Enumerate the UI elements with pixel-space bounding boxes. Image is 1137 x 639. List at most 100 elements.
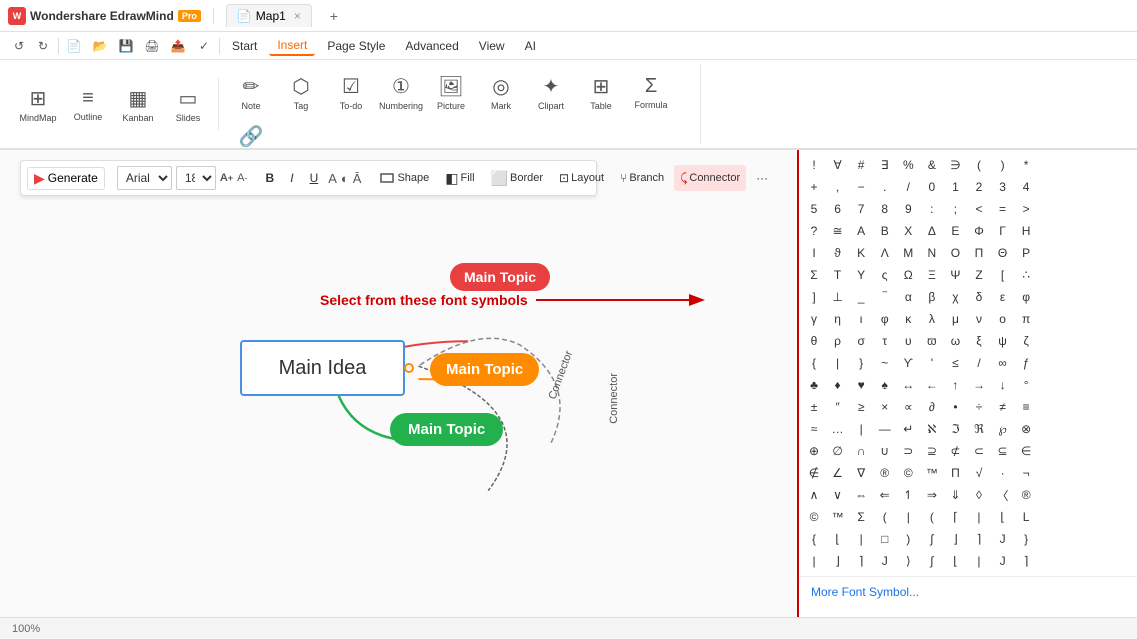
border-button[interactable]: ⬜ Border <box>485 165 549 191</box>
ribbon-numbering[interactable]: ① Numbering <box>377 68 425 116</box>
symbol-cell[interactable]: J <box>992 528 1014 550</box>
symbol-cell[interactable]: 1 <box>944 176 966 198</box>
branch-button[interactable]: ⑂ Branch <box>614 165 670 191</box>
symbol-cell[interactable]: ( <box>874 506 896 528</box>
print-button[interactable]: 🖨 <box>141 35 163 57</box>
symbol-cell[interactable]: κ <box>897 308 919 330</box>
ribbon-clipart[interactable]: ✦ Clipart <box>527 68 575 116</box>
symbol-cell[interactable]: ↿ <box>897 484 919 506</box>
symbol-cell[interactable]: ™ <box>827 506 849 528</box>
symbol-cell[interactable]: ⊇ <box>921 440 943 462</box>
symbol-cell[interactable]: · <box>992 462 1014 484</box>
symbol-cell[interactable]: ⇔ <box>850 484 872 506</box>
menu-page-style[interactable]: Page Style <box>319 37 393 55</box>
symbol-cell[interactable]: √ <box>968 462 990 484</box>
symbol-cell[interactable]: ψ <box>992 330 1014 352</box>
symbol-cell[interactable]: ν <box>968 308 990 330</box>
symbol-cell[interactable]: Ι <box>803 242 825 264</box>
symbol-cell[interactable]: Υ <box>850 264 872 286</box>
symbol-cell[interactable]: Δ <box>921 220 943 242</box>
symbol-cell[interactable]: ≠ <box>992 396 1014 418</box>
symbol-cell[interactable]: { <box>803 352 825 374</box>
symbol-cell[interactable]: | <box>850 418 872 440</box>
ribbon-tag[interactable]: ⬡ Tag <box>277 68 325 116</box>
topic-box-green[interactable]: Main Topic <box>390 413 503 446</box>
symbol-cell[interactable]: ∈ <box>1015 440 1037 462</box>
symbol-cell[interactable]: ® <box>1015 484 1037 506</box>
symbol-cell[interactable]: * <box>1015 154 1037 176</box>
symbol-cell[interactable]: − <box>850 176 872 198</box>
symbol-cell[interactable]: ◊ <box>968 484 990 506</box>
symbol-cell[interactable]: ( <box>968 154 990 176</box>
symbol-cell[interactable]: 7 <box>850 198 872 220</box>
tab-title[interactable]: 📄 Map1 × <box>226 4 312 27</box>
symbol-cell[interactable]: Β <box>874 220 896 242</box>
symbol-cell[interactable]: | <box>897 506 919 528</box>
symbol-cell[interactable]: ∉ <box>803 462 825 484</box>
generate-button[interactable]: ▶ Generate <box>27 167 105 190</box>
symbol-cell[interactable]: ∇ <box>850 462 872 484</box>
symbol-cell[interactable]: Ο <box>944 242 966 264</box>
symbol-cell[interactable]: ο <box>992 308 1014 330</box>
symbol-cell[interactable]: Σ <box>803 264 825 286</box>
symbol-cell[interactable]: ≥ <box>850 396 872 418</box>
symbol-cell[interactable]: Ω <box>897 264 919 286</box>
symbol-cell[interactable]: ∫ <box>921 550 943 572</box>
menu-start[interactable]: Start <box>224 37 265 55</box>
symbol-cell[interactable]: ℑ <box>944 418 966 440</box>
symbol-cell[interactable]: | <box>968 550 990 572</box>
symbol-cell[interactable]: [ <box>992 264 1014 286</box>
symbol-cell[interactable]: ∴ <box>1015 264 1037 286</box>
symbol-cell[interactable]: ″ <box>827 396 849 418</box>
symbol-cell[interactable]: ⌉ <box>850 550 872 572</box>
symbol-cell[interactable]: Ν <box>921 242 943 264</box>
symbol-cell[interactable]: ↔ <box>897 374 919 396</box>
symbol-cell[interactable]: L <box>1015 506 1037 528</box>
menu-insert[interactable]: Insert <box>269 36 315 56</box>
symbol-cell[interactable]: © <box>897 462 919 484</box>
symbol-cell[interactable]: ↓ <box>992 374 1014 396</box>
ribbon-kanban[interactable]: ▦ Kanban <box>114 80 162 128</box>
symbol-cell[interactable]: ι <box>850 308 872 330</box>
ribbon-slides[interactable]: ▭ Slides <box>164 80 212 128</box>
menu-advanced[interactable]: Advanced <box>397 37 466 55</box>
symbol-cell[interactable]: Σ <box>850 506 872 528</box>
symbol-cell[interactable]: Ρ <box>1015 242 1037 264</box>
font-color-button[interactable]: A <box>328 166 337 190</box>
symbol-cell[interactable]: Ε <box>944 220 966 242</box>
symbol-cell[interactable]: 2 <box>968 176 990 198</box>
symbol-cell[interactable]: ⊆ <box>992 440 1014 462</box>
symbol-cell[interactable]: ⊥ <box>827 286 849 308</box>
highlight-button[interactable]: ◐ <box>341 166 349 190</box>
symbol-cell[interactable]: ; <box>944 198 966 220</box>
symbol-cell[interactable]: / <box>897 176 919 198</box>
symbol-cell[interactable]: % <box>897 154 919 176</box>
symbol-cell[interactable]: ϖ <box>921 330 943 352</box>
symbol-cell[interactable]: ' <box>921 352 943 374</box>
size-select[interactable]: 18 <box>176 166 216 190</box>
symbol-cell[interactable]: ≤ <box>944 352 966 374</box>
symbol-cell[interactable]: ⌊ <box>944 550 966 572</box>
ribbon-note[interactable]: ✏ Note <box>227 68 275 116</box>
symbol-cell[interactable]: Π <box>968 242 990 264</box>
symbol-cell[interactable]: 9 <box>897 198 919 220</box>
symbol-cell[interactable]: ∧ <box>803 484 825 506</box>
symbol-cell[interactable]: Λ <box>874 242 896 264</box>
symbol-cell[interactable]: … <box>827 418 849 440</box>
symbol-cell[interactable]: J <box>992 550 1014 572</box>
symbol-cell[interactable]: δ <box>968 286 990 308</box>
symbol-cell[interactable]: ↵ <box>897 418 919 440</box>
symbol-cell[interactable]: ω <box>944 330 966 352</box>
undo-button[interactable]: ↺ <box>8 35 30 57</box>
fill-button[interactable]: ◧ Fill <box>439 165 480 191</box>
symbol-cell[interactable]: □ <box>874 528 896 550</box>
symbol-cell[interactable]: ⌊ <box>992 506 1014 528</box>
symbol-cell[interactable]: 4 <box>1015 176 1037 198</box>
symbol-cell[interactable]: Θ <box>992 242 1014 264</box>
symbol-cell[interactable]: Ψ <box>944 264 966 286</box>
symbol-cell[interactable]: ¬ <box>1015 462 1037 484</box>
symbol-cell[interactable]: | <box>850 528 872 550</box>
symbol-cell[interactable]: & <box>921 154 943 176</box>
symbol-cell[interactable]: ‾ <box>874 286 896 308</box>
symbol-cell[interactable]: ⇒ <box>921 484 943 506</box>
